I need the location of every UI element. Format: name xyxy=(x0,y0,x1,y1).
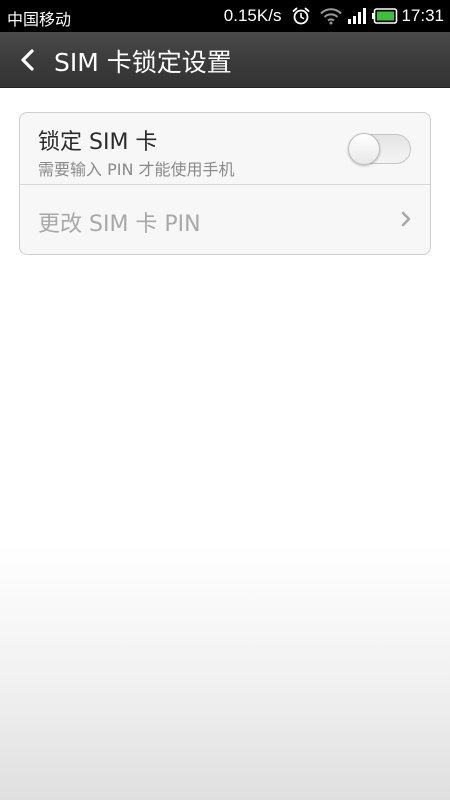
back-button[interactable] xyxy=(10,42,44,78)
network-speed: 0.15K/s xyxy=(223,6,282,25)
carrier-name: 中国移动 xyxy=(7,10,72,29)
chevron-right-icon xyxy=(400,210,412,228)
wifi-icon xyxy=(320,7,343,25)
battery-icon xyxy=(372,8,398,24)
lock-sim-subtitle: 需要输入 PIN 才能使用手机 xyxy=(38,160,235,179)
clock: 17:31 xyxy=(401,6,444,25)
status-icons: 0.15K/s 17:31 xyxy=(224,0,444,32)
toggle-knob xyxy=(348,133,380,165)
chevron-left-icon xyxy=(19,48,35,72)
sim-lock-settings-card: 锁定 SIM 卡 需要输入 PIN 才能使用手机 更改 SIM 卡 PIN xyxy=(19,112,431,255)
page-title: SIM 卡锁定设置 xyxy=(54,48,232,77)
status-bar: 中国移动 0.15K/s 17:31 xyxy=(0,0,450,32)
change-pin-label: 更改 SIM 卡 PIN xyxy=(38,212,201,237)
title-bar: SIM 卡锁定设置 xyxy=(0,32,450,88)
lock-sim-row[interactable]: 锁定 SIM 卡 需要输入 PIN 才能使用手机 xyxy=(20,113,430,185)
change-pin-row[interactable]: 更改 SIM 卡 PIN xyxy=(20,185,430,254)
signal-icon xyxy=(348,8,367,24)
lock-sim-toggle[interactable] xyxy=(348,133,411,165)
lock-sim-title: 锁定 SIM 卡 xyxy=(38,130,158,155)
alarm-icon xyxy=(291,6,311,26)
